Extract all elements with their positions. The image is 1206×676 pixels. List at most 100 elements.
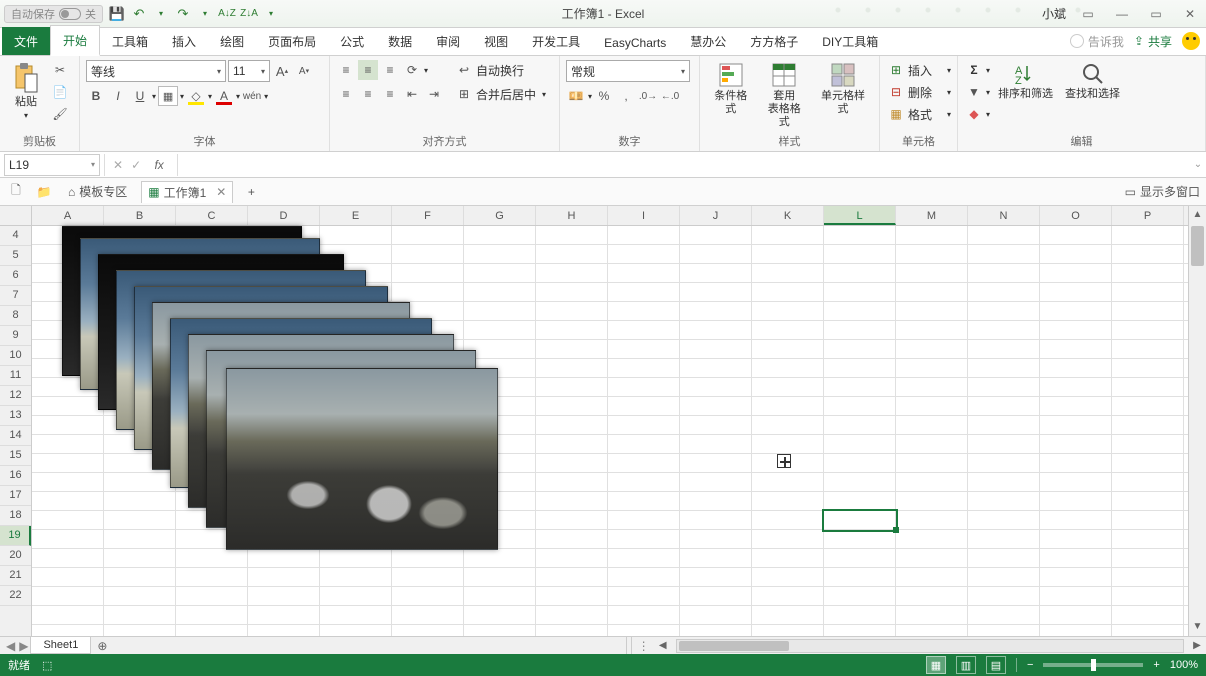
accounting-dropdown[interactable]: ▾ <box>588 92 592 101</box>
accounting-format-button[interactable]: 💴 <box>566 86 586 106</box>
enter-formula-button[interactable]: ✓ <box>131 158 141 172</box>
autosum-button[interactable] <box>964 60 984 80</box>
ribbon-display-options[interactable]: ▭ <box>1076 4 1100 24</box>
row-header-10[interactable]: 10 <box>0 346 31 366</box>
tab-review[interactable]: 审阅 <box>424 27 472 55</box>
font-color-button[interactable]: A <box>214 86 234 106</box>
row-header-6[interactable]: 6 <box>0 266 31 286</box>
fill-dropdown[interactable]: ▾ <box>986 88 990 97</box>
merge-dropdown[interactable]: ▾ <box>542 90 546 99</box>
row-header-19[interactable]: 19 <box>0 526 31 546</box>
clear-dropdown[interactable]: ▾ <box>986 110 990 119</box>
cell-styles-button[interactable]: 单元格样式 <box>813 60 873 131</box>
add-workbook-button[interactable]: + <box>241 182 261 202</box>
formula-input[interactable] <box>178 154 1190 176</box>
format-dropdown[interactable]: ▾ <box>947 110 951 119</box>
row-header-7[interactable]: 7 <box>0 286 31 306</box>
insert-function-button[interactable]: fx <box>149 158 169 172</box>
zoom-slider-thumb[interactable] <box>1091 659 1096 671</box>
row-header-21[interactable]: 21 <box>0 566 31 586</box>
page-layout-view-button[interactable]: ▥ <box>956 656 976 674</box>
expand-formula-bar[interactable]: ⌄ <box>1190 159 1206 170</box>
tab-formula[interactable]: 公式 <box>328 27 376 55</box>
underline-dropdown[interactable]: ▾ <box>152 92 156 101</box>
accessibility-icon[interactable]: ⬚ <box>42 659 52 672</box>
fill-color-dropdown[interactable]: ▾ <box>208 92 212 101</box>
tell-me-search[interactable]: 告诉我 <box>1070 33 1124 50</box>
col-header-K[interactable]: K <box>752 206 824 225</box>
row-header-20[interactable]: 20 <box>0 546 31 566</box>
sort-asc-icon[interactable]: A↓Z <box>219 6 235 22</box>
align-top-button[interactable]: ≡ <box>336 60 356 80</box>
borders-button[interactable]: ▦ <box>158 86 178 106</box>
vscroll-thumb[interactable] <box>1191 226 1204 266</box>
zoom-slider[interactable] <box>1043 663 1143 667</box>
row-header-16[interactable]: 16 <box>0 466 31 486</box>
paste-dropdown[interactable]: ▾ <box>24 111 28 120</box>
row-headers[interactable]: 45678910111213141516171819202122 <box>0 226 32 636</box>
align-middle-button[interactable]: ≡ <box>358 60 378 80</box>
row-header-22[interactable]: 22 <box>0 586 31 606</box>
col-header-N[interactable]: N <box>968 206 1040 225</box>
tab-insert[interactable]: 插入 <box>160 27 208 55</box>
format-painter-button[interactable]: 🖌 <box>50 104 70 124</box>
select-all-corner[interactable] <box>0 206 32 226</box>
insert-cells-button[interactable]: ⊞插入▾ <box>886 60 951 80</box>
col-header-G[interactable]: G <box>464 206 536 225</box>
hscroll-thumb[interactable] <box>679 641 789 651</box>
col-header-L[interactable]: L <box>824 206 896 225</box>
row-header-14[interactable]: 14 <box>0 426 31 446</box>
align-center-button[interactable]: ≡ <box>358 84 378 104</box>
tab-view[interactable]: 视图 <box>472 27 520 55</box>
bold-button[interactable]: B <box>86 86 106 106</box>
col-header-A[interactable]: A <box>32 206 104 225</box>
picture-10[interactable] <box>226 368 498 550</box>
sort-filter-button[interactable]: AZ 排序和筛选 <box>994 60 1057 131</box>
open-folder-icon[interactable]: 📁 <box>34 182 54 202</box>
sheet-nav-prev[interactable]: ◀ <box>6 639 15 653</box>
active-cell-outline[interactable] <box>824 511 896 530</box>
percent-button[interactable]: % <box>594 86 614 106</box>
increase-decimal-button[interactable]: .0→ <box>638 86 658 106</box>
template-area-tab[interactable]: ⌂模板专区 <box>62 181 133 202</box>
tab-developer[interactable]: 开发工具 <box>520 27 592 55</box>
borders-dropdown[interactable]: ▾ <box>180 92 184 101</box>
merge-center-button[interactable]: ⊞合并后居中▾ <box>454 84 546 104</box>
number-format-combo[interactable]: 常规▾ <box>566 60 690 82</box>
delete-dropdown[interactable]: ▾ <box>947 88 951 97</box>
tab-draw[interactable]: 绘图 <box>208 27 256 55</box>
redo-dropdown[interactable]: ▾ <box>197 6 213 22</box>
col-header-O[interactable]: O <box>1040 206 1112 225</box>
save-icon[interactable]: 💾 <box>109 6 125 22</box>
qat-customize[interactable]: ▾ <box>263 6 279 22</box>
column-headers[interactable]: ABCDEFGHIJKLMNOP <box>32 206 1188 226</box>
font-name-combo[interactable]: 等线▾ <box>86 60 226 82</box>
align-bottom-button[interactable]: ≡ <box>380 60 400 80</box>
normal-view-button[interactable]: ▦ <box>926 656 946 674</box>
col-header-E[interactable]: E <box>320 206 392 225</box>
row-header-17[interactable]: 17 <box>0 486 31 506</box>
tab-file[interactable]: 文件 <box>2 27 50 55</box>
add-sheet-button[interactable]: ⊕ <box>93 637 111 655</box>
row-header-12[interactable]: 12 <box>0 386 31 406</box>
tab-fgz[interactable]: 方方格子 <box>738 27 810 55</box>
multiview-button[interactable]: ▭ 显示多窗口 <box>1125 183 1200 200</box>
row-header-4[interactable]: 4 <box>0 226 31 246</box>
fill-color-button[interactable]: ◇ <box>186 86 206 106</box>
format-table-button[interactable]: 套用 表格格式 <box>760 60 810 131</box>
col-header-D[interactable]: D <box>248 206 320 225</box>
horizontal-scrollbar[interactable] <box>676 639 1184 653</box>
find-select-button[interactable]: 查找和选择 <box>1061 60 1124 131</box>
col-header-I[interactable]: I <box>608 206 680 225</box>
user-name[interactable]: 小斌 <box>1042 5 1066 22</box>
col-header-J[interactable]: J <box>680 206 752 225</box>
restore-button[interactable]: ▭ <box>1144 4 1168 24</box>
col-header-C[interactable]: C <box>176 206 248 225</box>
increase-indent-button[interactable]: ⇥ <box>424 84 444 104</box>
tab-easycharts[interactable]: EasyCharts <box>592 30 678 55</box>
font-size-combo[interactable]: 11▾ <box>228 60 270 82</box>
tab-huiban[interactable]: 慧办公 <box>678 27 738 55</box>
orientation-button[interactable]: ⟳ <box>402 60 422 80</box>
minimize-button[interactable]: — <box>1110 4 1134 24</box>
col-header-B[interactable]: B <box>104 206 176 225</box>
